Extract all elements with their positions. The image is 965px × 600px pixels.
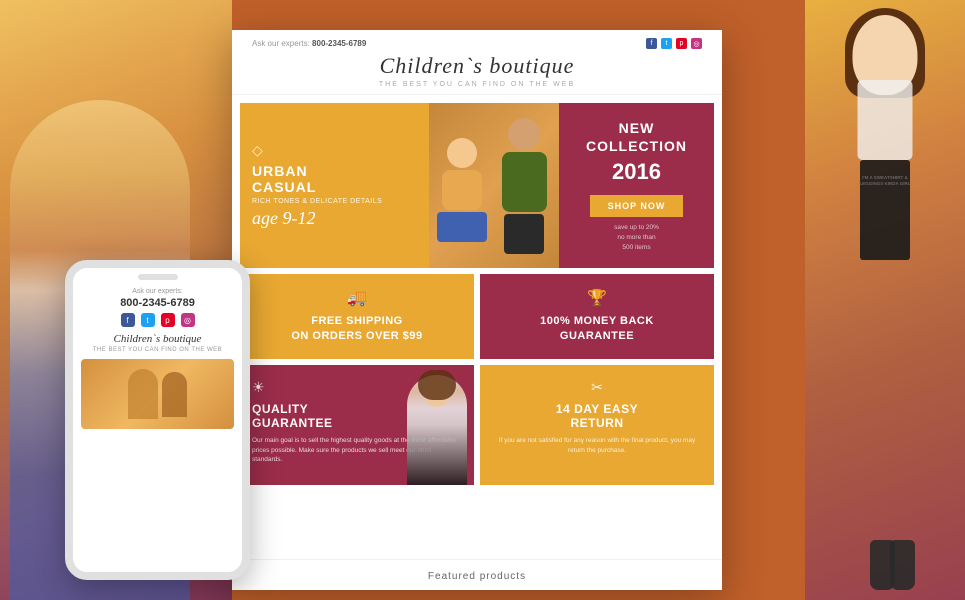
hero-save-desc: save up to 20% no more than 500 items (614, 223, 659, 252)
money-back-title: 100% money back GUARANTEE (540, 314, 654, 345)
quality-card-girl (399, 370, 474, 485)
site-title: Children`s boutique (252, 53, 702, 79)
new-collection-label: NEW COLLECTION (571, 119, 702, 155)
hero-left-panel: ◇ URBAN CASUAL RICH TONES & DELICATE DET… (240, 103, 429, 268)
return-text: If you are not satisfied for any reason … (492, 436, 702, 456)
pinterest-icon[interactable]: p (676, 38, 687, 49)
right-background: I'M A SWEATSHIRT & LEGGINGS KINDA GIRL (805, 0, 965, 600)
girl-shirt (858, 80, 913, 160)
shirt-text: I'M A SWEATSHIRT & LEGGINGS KINDA GIRL (859, 175, 911, 187)
site-body: ◇ URBAN CASUAL RICH TONES & DELICATE DET… (232, 95, 722, 559)
phone-number: 800-2345-6789 (312, 39, 366, 48)
mini-girl-2 (162, 372, 187, 417)
site-subtitle: THE BEST YOU CAN FIND ON THE WEB (252, 81, 702, 88)
ask-label: Ask our experts: (252, 39, 310, 48)
right-girl-silhouette: I'M A SWEATSHIRT & LEGGINGS KINDA GIRL (805, 0, 965, 600)
girl2-head (508, 118, 540, 150)
girl-figure-1 (434, 138, 489, 268)
hero-right-panel: NEW COLLECTION 2016 shop now save up to … (559, 103, 714, 268)
quality-title: QUALITY GUARANTEE (252, 402, 333, 430)
quality-guarantee-card: ☀ QUALITY GUARANTEE Our main goal is to … (240, 365, 474, 485)
mobile-social-icons: f t p ◎ (121, 313, 195, 327)
mobile-pinterest-icon: p (161, 313, 175, 327)
mobile-banner (81, 359, 234, 429)
bottom-grid: ☀ QUALITY GUARANTEE Our main goal is to … (240, 365, 714, 485)
facebook-icon[interactable]: f (646, 38, 657, 49)
header-social: f t p ◎ (646, 38, 702, 49)
girl-figure-2 (494, 118, 554, 268)
mobile-site-title: Children`s boutique (114, 333, 202, 345)
featured-footer: Featured products (232, 559, 722, 590)
mobile-phone-number: 800-2345-6789 (120, 297, 195, 309)
mobile-facebook-icon: f (121, 313, 135, 327)
hero-tag-casual: CASUAL (252, 179, 417, 195)
mobile-instagram-icon: ◎ (181, 313, 195, 327)
girl1-body (442, 170, 482, 210)
shipping-icon: 🚚 (347, 288, 367, 308)
return-title: 14 day easy return (556, 402, 638, 430)
hero-banner: ◇ URBAN CASUAL RICH TONES & DELICATE DET… (240, 103, 714, 268)
mobile-phone-mockup: Ask our experts: 800-2345-6789 f t p ◎ C… (65, 260, 250, 580)
free-shipping-card: 🚚 Free shipping on orders over $99 (240, 274, 474, 359)
card-girl-hair (418, 370, 456, 400)
girl2-jacket (502, 152, 547, 212)
diamond-icon: ◇ (252, 142, 417, 159)
instagram-icon[interactable]: ◎ (691, 38, 702, 49)
featured-label: Featured products (428, 571, 526, 582)
girl-leg-right (890, 540, 915, 590)
girl1-head (447, 138, 477, 168)
girl1-pants (437, 212, 487, 242)
shipping-title: Free shipping on orders over $99 (291, 314, 422, 345)
site-header: Ask our experts: 800-2345-6789 f t p ◎ C… (232, 30, 722, 95)
header-top: Ask our experts: 800-2345-6789 f t p ◎ (252, 38, 702, 49)
twitter-icon[interactable]: t (661, 38, 672, 49)
mobile-ask-label: Ask our experts: (132, 288, 183, 295)
feature-grid: 🚚 Free shipping on orders over $99 🏆 100… (240, 274, 714, 359)
mobile-notch (138, 274, 178, 280)
mobile-twitter-icon: t (141, 313, 155, 327)
girl2-pants (504, 214, 544, 254)
hero-tag-urban: URBAN (252, 163, 417, 179)
mobile-banner-img (81, 359, 234, 429)
hero-age: age 9-12 (252, 208, 417, 229)
mobile-site-subtitle: THE BEST YOU CAN FIND ON THE WEB (93, 347, 222, 353)
hero-girls-image (429, 103, 559, 268)
hero-description: RICH TONES & DELICATE DETAILS (252, 198, 417, 205)
money-back-card: 🏆 100% money back GUARANTEE (480, 274, 714, 359)
quality-icon: ☀ (252, 379, 265, 396)
money-icon: 🏆 (587, 288, 607, 308)
year-label: 2016 (612, 159, 661, 185)
girls-figure (429, 103, 559, 268)
shop-now-button[interactable]: shop now (590, 195, 684, 217)
ask-experts-text: Ask our experts: 800-2345-6789 (252, 39, 366, 48)
mini-girl (128, 369, 158, 419)
return-card: ✂ 14 day easy return If you are not sati… (480, 365, 714, 485)
mobile-content: Ask our experts: 800-2345-6789 f t p ◎ C… (73, 284, 242, 572)
return-icon: ✂ (591, 379, 603, 396)
website-container: Ask our experts: 800-2345-6789 f t p ◎ C… (232, 30, 722, 590)
